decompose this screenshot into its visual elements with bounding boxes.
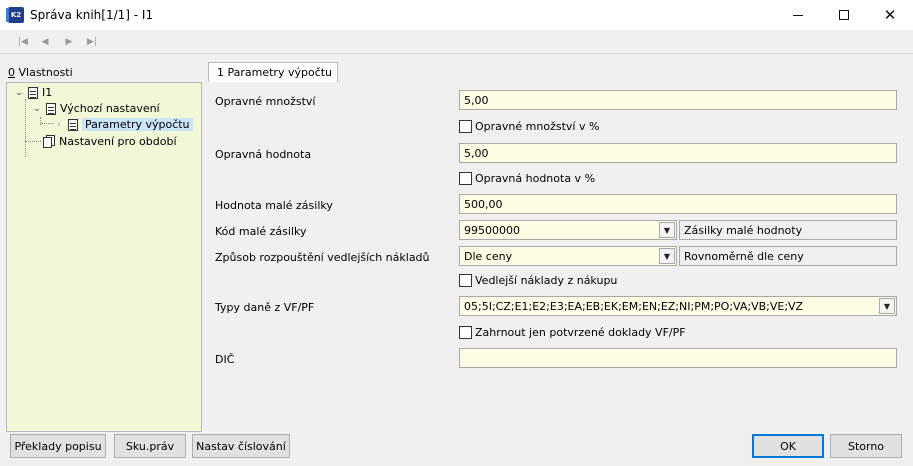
zpusob-rozpousteni-select[interactable]: Dle ceny ▼ <box>459 246 677 266</box>
dropdown-arrow-icon[interactable]: ▼ <box>879 298 895 314</box>
collapse-icon[interactable]: ⌄ <box>31 104 43 114</box>
checkbox-label: Opravná hodnota v % <box>475 172 596 185</box>
first-record-button[interactable]: |◀ <box>14 33 32 51</box>
collapse-icon[interactable]: ⌄ <box>13 88 25 98</box>
next-icon: ▶ <box>65 37 73 47</box>
select-value: Dle ceny <box>464 250 513 263</box>
tab-parametry-vypoctu[interactable]: 1 Parametry výpočtu <box>208 62 338 82</box>
properties-label-text: Vlastnosti <box>15 66 73 79</box>
zahrnout-checkbox[interactable]: Zahrnout jen potvrzené doklady VF/PF <box>459 326 686 339</box>
nastav-cislovani-button[interactable]: Nastav číslování <box>192 434 290 458</box>
tab-label: 1 Parametry výpočtu <box>217 66 333 79</box>
preklady-popisu-button[interactable]: Překlady popisu <box>10 434 106 458</box>
opravna-hodnota-input[interactable]: 5,00 <box>459 143 897 163</box>
multi-document-icon <box>43 135 55 148</box>
dic-input[interactable] <box>459 348 897 368</box>
ok-button[interactable]: OK <box>752 434 824 458</box>
document-icon <box>46 102 56 115</box>
properties-tree[interactable]: ⌄ I1 ⌄ Výchozí nastavení › Parametry výp… <box>6 82 202 432</box>
first-icon: |◀ <box>18 37 28 47</box>
checkbox-label: Vedlejší náklady z nákupu <box>475 274 618 287</box>
tree-node-label: Parametry výpočtu <box>82 118 193 131</box>
opravna-hodnota-pct-checkbox[interactable]: Opravná hodnota v % <box>459 172 595 185</box>
minimize-button[interactable] <box>775 0 821 30</box>
close-icon: ✕ <box>883 6 897 24</box>
properties-label: 0 Vlastnosti <box>8 66 73 79</box>
maximize-icon <box>839 10 849 20</box>
next-record-button[interactable]: ▶ <box>60 33 78 51</box>
opravna-hodnota-label: Opravná hodnota <box>215 148 312 161</box>
document-icon <box>68 118 78 131</box>
opravne-mnozstvi-pct-checkbox[interactable]: Opravné množství v % <box>459 120 599 133</box>
app-icon: K2 <box>6 7 24 23</box>
kod-male-zasilky-description: Zásilky malé hodnoty <box>679 220 897 240</box>
close-button[interactable]: ✕ <box>867 0 913 30</box>
opravne-mnozstvi-label: Opravné množství <box>215 95 316 108</box>
tree-node-label: I1 <box>42 86 53 99</box>
select-value: 05;5I;CZ;E1;E2;E3;EA;EB;EK;EM;EN;EZ;NI;P… <box>464 300 804 313</box>
tree-node-i1[interactable]: ⌄ I1 <box>13 84 52 101</box>
maximize-button[interactable] <box>821 0 867 30</box>
opravne-mnozstvi-input[interactable]: 5,00 <box>459 90 897 110</box>
tree-node-label: Výchozí nastavení <box>60 102 160 115</box>
tree-node-vychozi-nastaveni[interactable]: ⌄ Výchozí nastavení <box>31 100 160 117</box>
tree-node-parametry-vypoctu[interactable]: › Parametry výpočtu <box>53 116 193 133</box>
checkbox-box[interactable] <box>459 120 472 133</box>
typy-dane-label: Typy daně z VF/PF <box>215 301 315 314</box>
prev-icon: ◀ <box>41 37 49 47</box>
properties-hotkey: 0 <box>8 66 15 79</box>
last-record-button[interactable]: ▶| <box>83 33 101 51</box>
kod-male-zasilky-select[interactable]: 99500000 ▼ <box>459 220 677 240</box>
checkbox-box[interactable] <box>459 172 472 185</box>
checkbox-box[interactable] <box>459 274 472 287</box>
vedlejsi-naklady-checkbox[interactable]: Vedlejší náklady z nákupu <box>459 274 617 287</box>
dic-label: DIČ <box>215 353 235 366</box>
checkbox-label: Opravné množství v % <box>475 120 600 133</box>
kod-male-zasilky-label: Kód malé zásilky <box>215 225 307 238</box>
dropdown-arrow-icon[interactable]: ▼ <box>659 248 675 264</box>
prev-record-button[interactable]: ◀ <box>36 33 54 51</box>
storno-button[interactable]: Storno <box>830 434 902 458</box>
record-toolbar <box>0 30 913 54</box>
checkbox-label: Zahrnout jen potvrzené doklady VF/PF <box>475 326 686 339</box>
tree-node-label: Nastavení pro období <box>59 135 177 148</box>
select-value: 99500000 <box>464 224 520 237</box>
typy-dane-select[interactable]: 05;5I;CZ;E1;E2;E3;EA;EB;EK;EM;EN;EZ;NI;P… <box>459 296 897 316</box>
zpusob-rozpousteni-description: Rovnoměrně dle ceny <box>679 246 897 266</box>
hodnota-male-zasilky-input[interactable]: 500,00 <box>459 194 897 214</box>
expand-icon[interactable]: › <box>53 120 65 130</box>
window-title: Správa knih[1/1] - I1 <box>30 8 154 22</box>
dropdown-arrow-icon[interactable]: ▼ <box>659 222 675 238</box>
checkbox-box[interactable] <box>459 326 472 339</box>
tree-node-nastaveni-pro-obdobi[interactable]: Nastavení pro období <box>41 133 177 150</box>
zpusob-rozpousteni-label: Způsob rozpouštění vedlejších nákladů <box>215 251 430 264</box>
minimize-icon <box>793 14 803 16</box>
last-icon: ▶| <box>87 37 97 47</box>
hodnota-male-zasilky-label: Hodnota malé zásilky <box>215 199 333 212</box>
document-icon <box>28 86 38 99</box>
sku-prav-button[interactable]: Sku.práv <box>114 434 186 458</box>
